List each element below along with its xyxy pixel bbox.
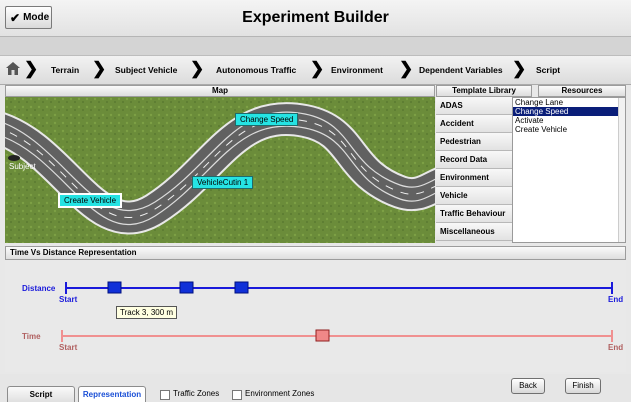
time-label: Time (22, 332, 41, 341)
nav-arrow-icon: ❯ (310, 59, 325, 78)
back-button[interactable]: Back (511, 378, 545, 394)
template-vehicle[interactable]: Vehicle (436, 187, 512, 205)
traffic-zones-checkbox[interactable] (160, 390, 170, 400)
template-library-list: ADAS Accident Pedestrian Record Data Env… (436, 97, 512, 243)
template-adas[interactable]: ADAS (436, 97, 512, 115)
tab-representation[interactable]: Representation (78, 386, 146, 402)
template-traffic-behaviour[interactable]: Traffic Behaviour (436, 205, 512, 223)
tab-template-library[interactable]: Template Library (436, 85, 532, 97)
template-pedestrian[interactable]: Pedestrian (436, 133, 512, 151)
time-distance-title: Time Vs Distance Representation (5, 246, 626, 260)
time-start-label: Start (59, 343, 78, 352)
template-accident[interactable]: Accident (436, 115, 512, 133)
distance-end-label: End (608, 295, 624, 304)
nav-item-dependent-variables[interactable]: Dependent Variables (419, 65, 503, 75)
distance-start-label: Start (59, 295, 78, 304)
change-speed-event[interactable]: Change Speed (235, 113, 299, 126)
time-track (61, 329, 613, 342)
time-marker (315, 329, 330, 342)
traffic-zones-label: Traffic Zones (173, 389, 220, 398)
distance-marker (234, 281, 249, 294)
resources-list: Change Lane Change Speed Activate Create… (512, 97, 626, 243)
road-network (5, 97, 435, 243)
environment-zones-label: Environment Zones (245, 389, 315, 398)
template-environment[interactable]: Environment (436, 169, 512, 187)
nav-arrow-icon: ❯ (190, 59, 205, 78)
map-panel-title: Map (5, 85, 435, 97)
nav-arrow-icon: ❯ (92, 59, 107, 78)
nav-arrow-icon: ❯ (512, 59, 527, 78)
time-distance-panel (5, 260, 626, 372)
map-canvas[interactable]: Subject Change Speed VehicleCutin 1 Crea… (5, 97, 435, 243)
template-miscellaneous[interactable]: Miscellaneous (436, 223, 512, 241)
nav-item-script[interactable]: Script (536, 65, 560, 75)
nav-item-autonomous-traffic[interactable]: Autonomous Traffic (216, 65, 296, 75)
distance-label: Distance (22, 284, 56, 293)
template-record-data[interactable]: Record Data (436, 151, 512, 169)
finish-button[interactable]: Finish (565, 378, 601, 394)
tab-resources[interactable]: Resources (538, 85, 626, 97)
home-icon[interactable] (5, 60, 21, 76)
tab-script[interactable]: Script (7, 386, 75, 402)
time-end-label: End (608, 343, 624, 352)
distance-track (65, 281, 613, 294)
resource-change-speed[interactable]: Change Speed (513, 107, 625, 116)
nav-arrow-icon: ❯ (24, 59, 39, 78)
nav-arrow-icon: ❯ (399, 59, 414, 78)
toolbar-strip (0, 37, 631, 56)
nav-item-subject-vehicle[interactable]: Subject Vehicle (115, 65, 177, 75)
distance-marker (107, 281, 122, 294)
nav-item-environment[interactable]: Environment (331, 65, 383, 75)
subject-vehicle-marker[interactable]: Subject (9, 162, 36, 171)
nav-item-terrain[interactable]: Terrain (51, 65, 79, 75)
vehicle-cutin-event[interactable]: VehicleCutin 1 (192, 176, 254, 189)
resource-create-vehicle[interactable]: Create Vehicle (513, 125, 625, 134)
resources-scrollbar[interactable] (618, 98, 625, 242)
distance-marker (179, 281, 194, 294)
marker-tooltip: Track 3, 300 m (116, 306, 178, 319)
resource-activate[interactable]: Activate (513, 116, 625, 125)
resource-change-lane[interactable]: Change Lane (513, 98, 625, 107)
environment-zones-checkbox[interactable] (232, 390, 242, 400)
create-vehicle-event[interactable]: Create Vehicle (58, 193, 123, 208)
app-title: Experiment Builder (242, 9, 389, 26)
